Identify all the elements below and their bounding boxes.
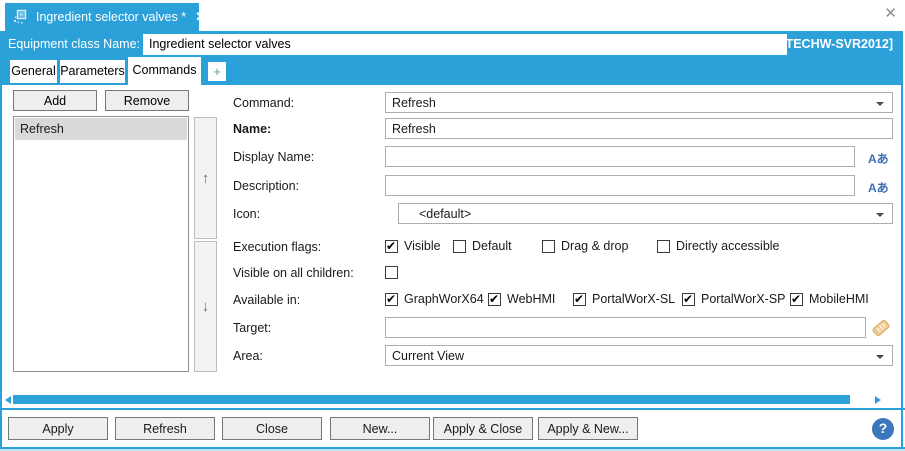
localize-icon[interactable]: Aあ <box>868 179 889 196</box>
apply-close-button[interactable]: Apply & Close <box>433 417 533 440</box>
tag-browse-icon[interactable] <box>870 317 892 342</box>
add-button[interactable]: Add <box>13 90 97 111</box>
description-label: Description: <box>233 179 299 193</box>
visible-on-all-children-label: Visible on all children: <box>233 266 354 280</box>
name-input[interactable]: Refresh <box>385 118 893 139</box>
checkbox-icon <box>385 292 398 306</box>
remove-button[interactable]: Remove <box>105 90 189 111</box>
tab-general[interactable]: General <box>10 60 57 83</box>
area-label: Area: <box>233 349 263 363</box>
equipment-class-name-label: Equipment class Name: <box>8 37 141 51</box>
checkbox-icon <box>488 292 501 306</box>
checkbox-default[interactable]: Default <box>453 238 512 254</box>
scrollbar-right-arrow-icon[interactable] <box>875 396 881 404</box>
tab-add-plus[interactable]: + <box>208 62 226 81</box>
target-label: Target: <box>233 321 272 335</box>
dialog-left-border <box>0 31 2 449</box>
execution-flags-label: Execution flags: <box>233 240 322 254</box>
checkbox-graphworx64[interactable]: GraphWorX64 <box>385 291 484 307</box>
equipment-class-dialog: ✕ Ingredient selector valves * ✕ Equipme… <box>0 0 905 451</box>
refresh-button[interactable]: Refresh <box>115 417 215 440</box>
tab-parameters[interactable]: Parameters <box>60 60 125 83</box>
localize-icon[interactable]: Aあ <box>868 150 889 167</box>
checkbox-icon <box>385 239 398 253</box>
command-label: Command: <box>233 96 295 110</box>
equipment-class-icon <box>13 9 29 25</box>
arrow-up-icon: ↑ <box>201 169 210 187</box>
checkbox-drag-drop[interactable]: Drag & drop <box>542 238 628 254</box>
display-name-label: Display Name: <box>233 150 315 164</box>
checkbox-icon <box>790 292 803 306</box>
move-down-button[interactable]: ↓ <box>194 241 217 372</box>
checkbox-icon <box>657 239 670 253</box>
name-label: Name: <box>233 122 272 136</box>
checkbox-icon <box>573 292 586 306</box>
checkbox-visible-on-all-children[interactable] <box>385 264 398 280</box>
command-dropdown[interactable]: Refresh <box>385 92 893 113</box>
tab-commands[interactable]: Commands <box>128 57 201 85</box>
equipment-class-name-input[interactable]: Ingredient selector valves <box>143 34 787 55</box>
close-button[interactable]: Close <box>222 417 322 440</box>
footer-separator <box>0 408 905 410</box>
area-dropdown[interactable]: Current View <box>385 345 893 366</box>
checkbox-icon <box>542 239 555 253</box>
window-close-icon[interactable]: ✕ <box>884 6 897 21</box>
list-item[interactable]: Refresh <box>15 118 187 140</box>
new-button[interactable]: New... <box>330 417 430 440</box>
checkbox-directly-accessible[interactable]: Directly accessible <box>657 238 780 254</box>
checkbox-icon <box>453 239 466 253</box>
display-name-input[interactable] <box>385 146 855 167</box>
document-tab-title: Ingredient selector valves * <box>36 10 187 24</box>
icon-label: Icon: <box>233 207 261 221</box>
checkbox-visible[interactable]: Visible <box>385 238 441 254</box>
available-in-label: Available in: <box>233 293 301 307</box>
target-input[interactable] <box>385 317 866 338</box>
icon-dropdown[interactable]: <default> <box>398 203 893 224</box>
document-tab-close-icon[interactable]: ✕ <box>195 9 206 25</box>
command-list[interactable]: Refresh <box>13 116 189 372</box>
document-tab[interactable]: Ingredient selector valves * ✕ <box>5 3 206 31</box>
server-badge: [TECHW-SVR2012] <box>781 37 893 51</box>
description-input[interactable] <box>385 175 855 196</box>
scrollbar-left-arrow-icon[interactable] <box>5 396 11 404</box>
checkbox-icon <box>385 265 398 279</box>
checkbox-webhmi[interactable]: WebHMI <box>488 291 555 307</box>
checkbox-icon <box>682 292 695 306</box>
checkbox-portalworx-sl[interactable]: PortalWorX-SL <box>573 291 675 307</box>
arrow-down-icon: ↓ <box>201 298 210 315</box>
move-up-button[interactable]: ↑ <box>194 117 217 239</box>
checkbox-mobilehmi[interactable]: MobileHMI <box>790 291 869 307</box>
help-icon[interactable]: ? <box>872 418 894 440</box>
checkbox-portalworx-sp[interactable]: PortalWorX-SP <box>682 291 786 307</box>
horizontal-scrollbar-thumb[interactable] <box>13 395 850 404</box>
apply-button[interactable]: Apply <box>8 417 108 440</box>
apply-new-button[interactable]: Apply & New... <box>538 417 638 440</box>
dialog-right-border <box>901 31 903 449</box>
